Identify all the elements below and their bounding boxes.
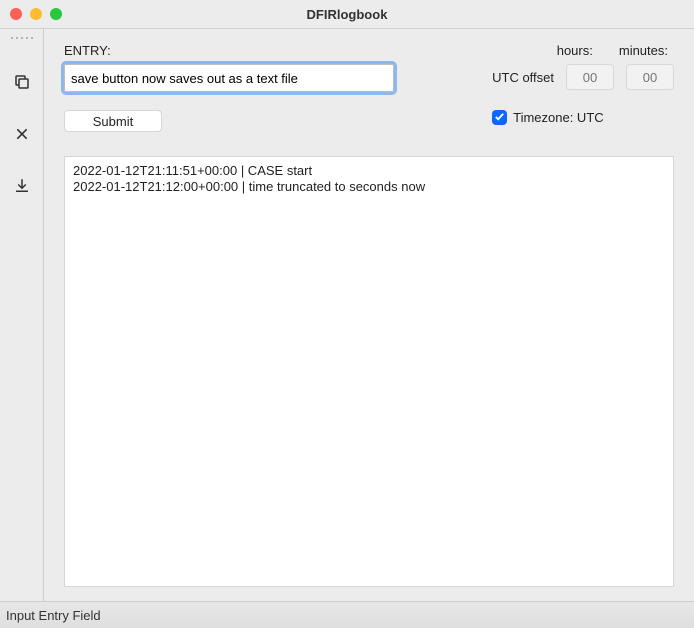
timezone-checkbox[interactable] [492,110,507,125]
utc-offset-label: UTC offset [492,70,554,85]
zoom-window-button[interactable] [50,8,62,20]
log-line: 2022-01-12T21:11:51+00:00 | CASE start [73,163,665,179]
hours-input[interactable] [566,64,614,90]
timezone-label: Timezone: UTC [513,110,604,125]
minimize-window-button[interactable] [30,8,42,20]
export-button[interactable] [6,171,38,203]
sidebar [0,29,44,601]
close-window-button[interactable] [10,8,22,20]
entry-input[interactable] [64,64,394,92]
hours-label: hours: [557,43,593,58]
log-output[interactable]: 2022-01-12T21:11:51+00:00 | CASE start 2… [64,156,674,587]
titlebar: DFIRlogbook [0,0,694,28]
minutes-input[interactable] [626,64,674,90]
window-title: DFIRlogbook [0,7,694,22]
copy-icon [13,73,31,94]
copy-button[interactable] [6,67,38,99]
sidebar-grip [11,35,33,41]
submit-button[interactable]: Submit [64,110,162,132]
minutes-label: minutes: [619,43,668,58]
close-icon [14,126,30,145]
check-icon [494,110,505,125]
status-text: Input Entry Field [6,608,101,623]
content-area: ENTRY: Submit hours: minutes: UTC offset [44,29,694,601]
clear-button[interactable] [6,119,38,151]
entry-label: ENTRY: [64,43,394,58]
log-line: 2022-01-12T21:12:00+00:00 | time truncat… [73,179,665,195]
download-icon [13,177,31,198]
statusbar: Input Entry Field [0,601,694,628]
traffic-lights [10,8,62,20]
